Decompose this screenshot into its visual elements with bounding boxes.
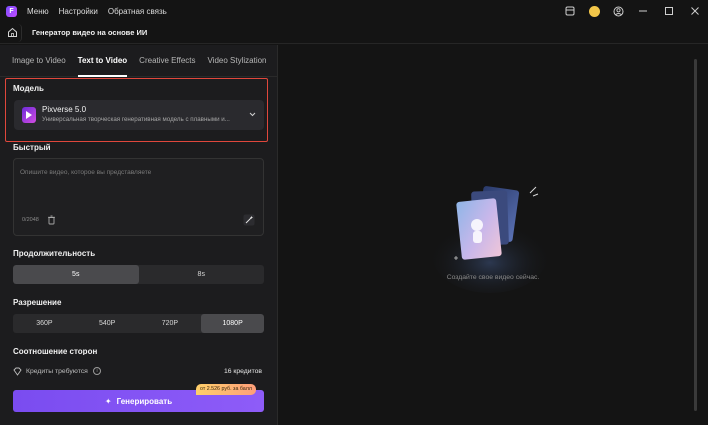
- prompt-placeholder: Опишите видео, которое вы представляете: [20, 169, 152, 176]
- resolution-option-720p[interactable]: 720P: [139, 314, 202, 333]
- duration-option-5s[interactable]: 5s: [13, 265, 139, 284]
- resolution-option-360p[interactable]: 360P: [13, 314, 76, 333]
- model-label: Модель: [13, 84, 44, 93]
- prompt-label: Быстрый: [13, 143, 51, 152]
- account-icon[interactable]: [606, 0, 630, 22]
- home-button[interactable]: [4, 23, 22, 42]
- close-icon[interactable]: [682, 0, 708, 22]
- maximize-icon[interactable]: [656, 0, 682, 22]
- window-layout-icon[interactable]: [558, 0, 582, 22]
- mode-tabs: Image to Video Text to Video Creative Ef…: [0, 45, 277, 77]
- page-title: Генератор видео на основе ИИ: [32, 28, 148, 37]
- pixverse-logo-icon: [22, 107, 36, 123]
- aspect-ratio-label: Соотношение сторон: [13, 347, 98, 355]
- resolution-option-540p[interactable]: 540P: [76, 314, 139, 333]
- generate-button-label: Генерировать: [116, 396, 173, 406]
- title-bar: F Меню Настройки Обратная связь: [0, 0, 708, 22]
- preview-panel: Создайте свое видео сейчас.: [278, 45, 708, 425]
- resolution-selector: 360P 540P 720P 1080P: [13, 314, 264, 333]
- scrollbar[interactable]: [694, 59, 697, 411]
- prompt-char-count: 0/2048: [22, 217, 39, 223]
- duration-option-8s[interactable]: 8s: [139, 265, 265, 284]
- premium-badge-icon[interactable]: [582, 0, 606, 22]
- model-description: Универсальная творческая генеративная мо…: [42, 116, 230, 123]
- magic-wand-icon[interactable]: [243, 214, 255, 226]
- duration-label: Продолжительность: [13, 249, 96, 258]
- tab-text-to-video[interactable]: Text to Video: [77, 45, 127, 77]
- menu-item-settings[interactable]: Настройки: [59, 7, 98, 16]
- model-selector[interactable]: Pixverse 5.0 Универсальная творческая ге…: [14, 100, 264, 130]
- credits-label: Кредиты требуются: [26, 368, 88, 375]
- menu-item-feedback[interactable]: Обратная связь: [108, 7, 167, 16]
- menu-item-menu[interactable]: Меню: [27, 7, 49, 16]
- resolution-label: Разрешение: [13, 298, 62, 307]
- empty-state-text: Создайте свое видео сейчас.: [446, 274, 540, 281]
- credits-row: Кредиты требуются i 16 кредитов: [13, 366, 264, 378]
- prompt-input[interactable]: Опишите видео, которое вы представляете …: [13, 158, 264, 236]
- promo-badge: от 2.526 руб. за балл: [196, 384, 256, 395]
- tab-image-to-video[interactable]: Image to Video: [12, 45, 66, 77]
- tab-creative-effects[interactable]: Creative Effects: [139, 45, 195, 77]
- sparkle-icon: ✦: [104, 396, 112, 406]
- home-icon: [8, 27, 17, 37]
- video-cards-illustration: [432, 186, 548, 293]
- diamond-icon: [13, 367, 22, 376]
- chevron-down-icon: [249, 110, 256, 119]
- model-name: Pixverse 5.0: [42, 105, 87, 114]
- app-logo: F: [6, 5, 17, 17]
- tab-video-stylization[interactable]: Video Stylization: [208, 45, 267, 77]
- resolution-option-1080p[interactable]: 1080P: [201, 314, 264, 333]
- info-icon[interactable]: i: [93, 367, 101, 375]
- credits-value: 16 кредитов: [223, 368, 262, 375]
- trash-icon[interactable]: [47, 215, 56, 225]
- duration-selector: 5s 8s: [13, 265, 264, 284]
- page-header: Генератор видео на основе ИИ: [0, 22, 708, 44]
- minimize-icon[interactable]: [630, 0, 656, 22]
